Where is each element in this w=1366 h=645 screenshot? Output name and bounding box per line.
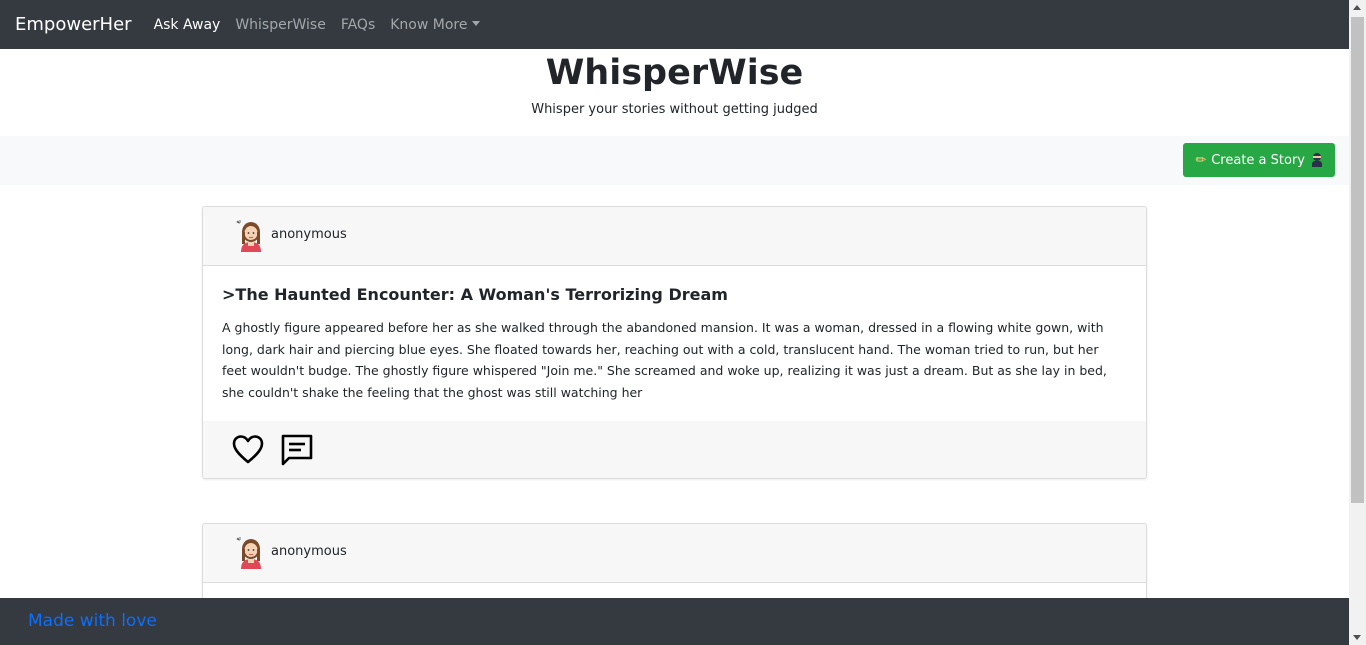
story-card-header: anonymous xyxy=(203,207,1146,266)
avatar-icon xyxy=(236,537,261,569)
avatar-icon xyxy=(236,220,261,252)
scroll-down-icon[interactable] xyxy=(1353,635,1361,640)
comment-icon[interactable] xyxy=(280,433,314,467)
brand-logo[interactable]: EmpowerHer xyxy=(15,14,132,35)
story-author: anonymous xyxy=(271,544,347,559)
scroll-up-icon[interactable] xyxy=(1353,5,1361,10)
ninja-icon xyxy=(1311,153,1323,167)
story-title: >The Haunted Encounter: A Woman's Terror… xyxy=(222,285,728,304)
story-card-footer xyxy=(203,421,1146,478)
footer-made-with-love-link[interactable]: Made with love xyxy=(28,611,157,631)
caret-down-icon xyxy=(472,20,481,26)
story-author: anonymous xyxy=(271,227,347,242)
top-navbar: EmpowerHer Ask Away WhisperWise FAQs Kno… xyxy=(0,0,1349,49)
story-card: anonymous >The Haunted Encounter: A Woma… xyxy=(202,206,1147,479)
heart-icon[interactable] xyxy=(231,433,265,467)
nav-know-more-dropdown[interactable]: Know More xyxy=(390,16,481,33)
pencil-icon: ✏ xyxy=(1195,152,1207,168)
page-footer: Made with love xyxy=(0,598,1349,645)
page-subtitle: Whisper your stories without getting jud… xyxy=(531,102,818,117)
nav-faqs[interactable]: FAQs xyxy=(341,17,375,33)
create-story-button[interactable]: ✏ Create a Story xyxy=(1183,143,1335,177)
vertical-scrollbar[interactable] xyxy=(1349,0,1366,645)
page-title: WhisperWise xyxy=(545,53,804,93)
toolbar: ✏ Create a Story xyxy=(0,136,1349,185)
nav-ask-away[interactable]: Ask Away xyxy=(154,17,221,33)
story-text: A ghostly figure appeared before her as … xyxy=(222,320,1107,400)
nav-whisperwise[interactable]: WhisperWise xyxy=(235,17,326,33)
story-card-body: >The Haunted Encounter: A Woman's Terror… xyxy=(203,266,1146,421)
nav-know-more-label: Know More xyxy=(390,16,468,33)
create-story-label: Create a Story xyxy=(1211,152,1305,168)
story-card-header: anonymous xyxy=(203,524,1146,583)
scrollbar-thumb[interactable] xyxy=(1351,17,1364,503)
